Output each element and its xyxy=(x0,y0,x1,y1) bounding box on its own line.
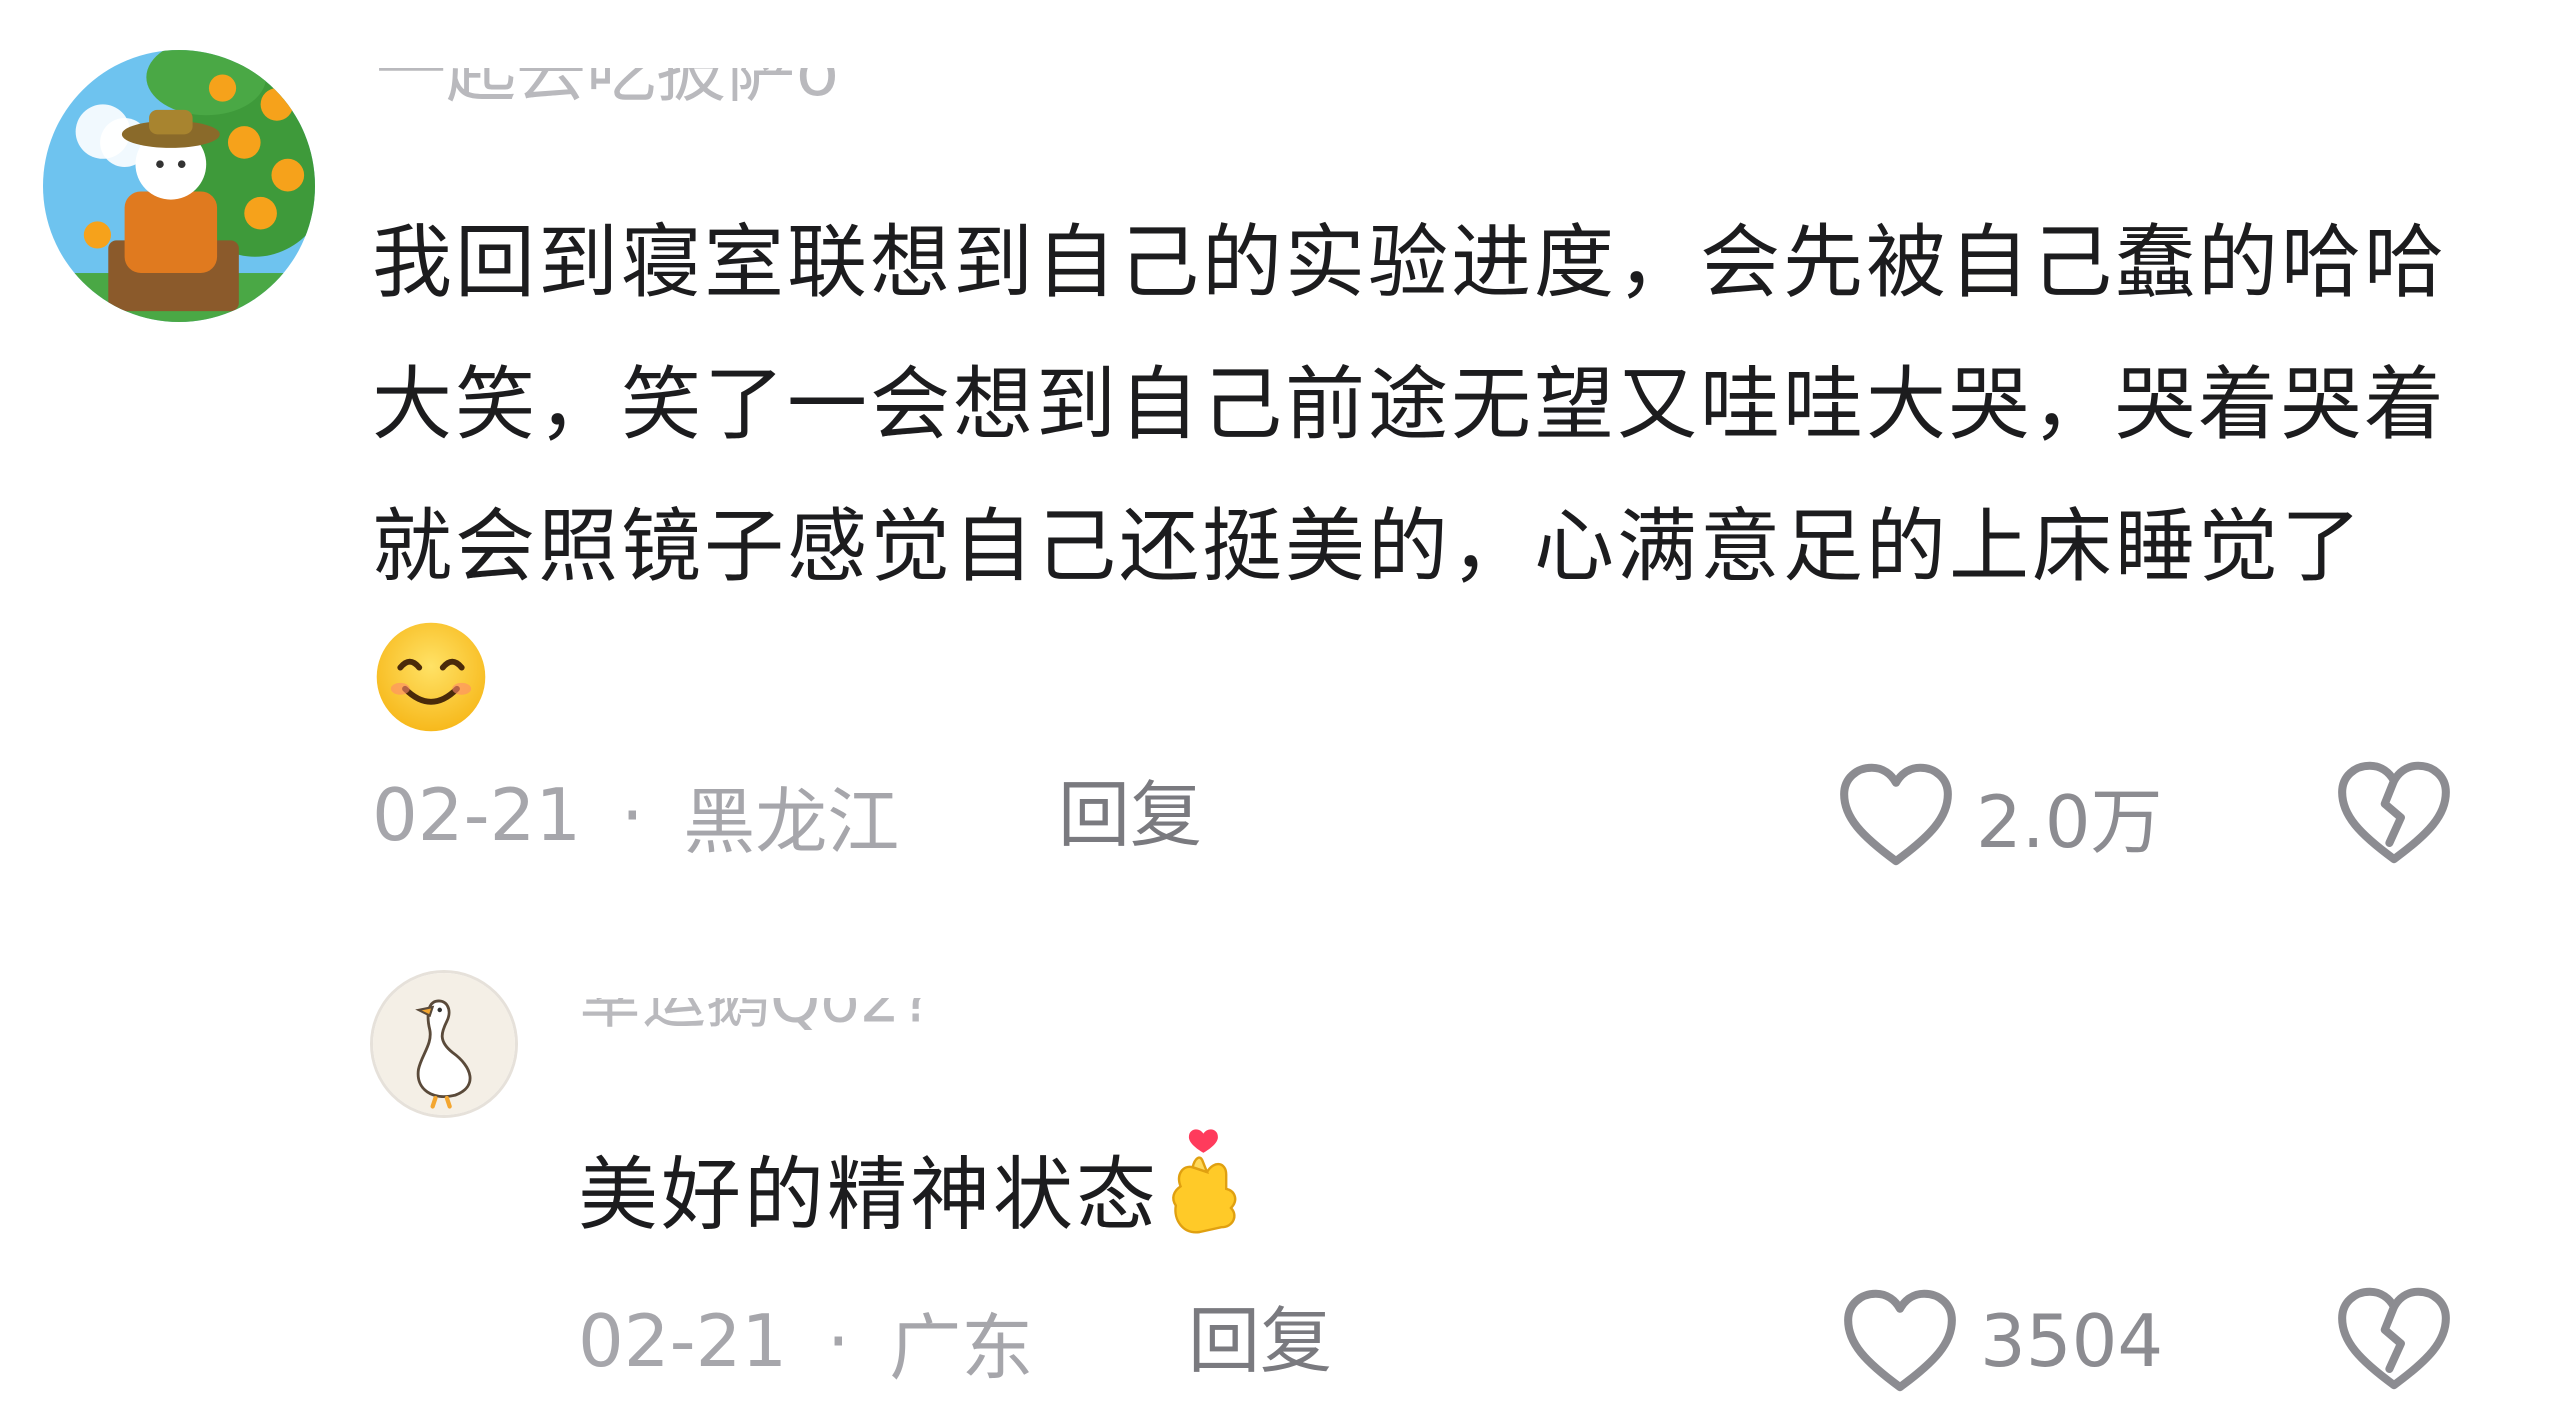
username[interactable]: 一起去吃披萨o xyxy=(376,68,936,130)
finger-heart-icon xyxy=(1159,1124,1249,1277)
dislike-button[interactable] xyxy=(2336,1286,2452,1394)
reply-button[interactable]: 回复 xyxy=(1188,1296,1332,1386)
comment-location: 黑龙江 xyxy=(683,779,900,864)
comment-date: 02-21 xyxy=(372,773,582,857)
orange-tree-avatar-icon xyxy=(43,50,315,322)
heart-icon xyxy=(1842,1288,1958,1394)
broken-heart-icon xyxy=(2338,761,2450,864)
meta-separator: · xyxy=(620,773,644,857)
smiling-face-icon xyxy=(372,618,490,780)
reply-button[interactable]: 回复 xyxy=(1058,770,1202,860)
comment-location: 广东 xyxy=(889,1305,1034,1390)
goose-avatar-icon xyxy=(373,973,515,1115)
comment-meta: 02-21 · 广东 xyxy=(578,1296,1033,1390)
avatar[interactable] xyxy=(370,970,518,1118)
comment-text: 美好的精神状态 xyxy=(578,1124,2378,1277)
avatar[interactable] xyxy=(43,50,315,322)
like-count: 3504 xyxy=(1980,1299,2164,1383)
meta-separator: · xyxy=(826,1299,850,1383)
like-button[interactable]: 3504 xyxy=(1842,1286,2163,1396)
comment-date: 02-21 xyxy=(578,1299,788,1383)
comment-text: 我回到寝室联想到自己的实验进度，会先被自己蠢的哈哈大笑，笑了一会想到自己前途无望… xyxy=(372,192,2452,780)
dislike-button[interactable] xyxy=(2336,760,2452,868)
comment-meta: 02-21 · 黑龙江 xyxy=(372,770,899,864)
broken-heart-icon xyxy=(2338,1287,2450,1390)
like-count: 2.0万 xyxy=(1976,779,2163,864)
heart-icon xyxy=(1838,762,1954,868)
username[interactable]: 幸运鹅Qo2? xyxy=(578,998,1018,1044)
like-button[interactable]: 2.0万 xyxy=(1838,760,2163,870)
